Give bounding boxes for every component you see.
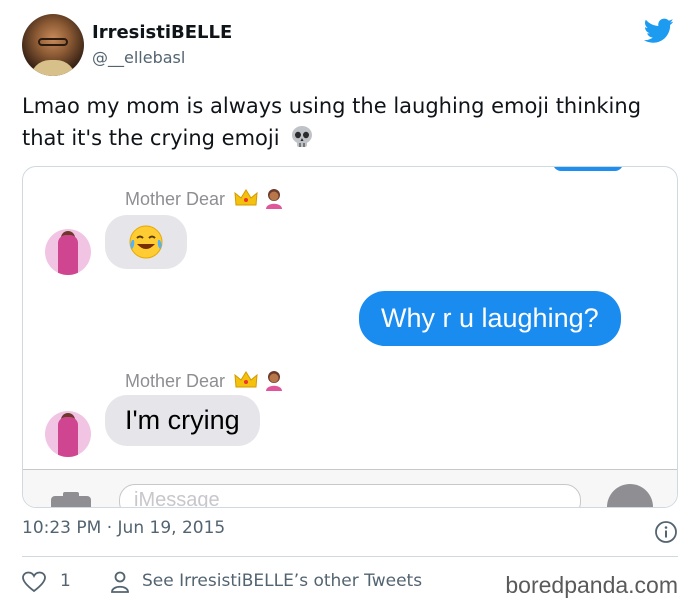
avatar-body-shape [58, 235, 78, 275]
twitter-bird-icon[interactable] [644, 18, 674, 44]
tweet-text: Lmao my mom is always using the laughing… [22, 94, 642, 150]
received-emoji-bubble[interactable] [105, 215, 187, 269]
timestamp-separator: · [106, 518, 113, 538]
sender-label: Mother Dear [125, 187, 285, 210]
watermark: boredpanda.com [505, 572, 678, 598]
crown-emoji-icon [234, 371, 258, 388]
glasses-shape [38, 38, 68, 46]
crown-emoji-icon [234, 189, 258, 206]
sent-message-bubble[interactable]: Why r u laughing? [359, 291, 621, 346]
tweet-body: Lmao my mom is always using the laughing… [22, 90, 682, 154]
author-handle[interactable]: @__ellebasl [92, 48, 185, 67]
tweet-header: IrresistiBELLE @__ellebasl [22, 14, 682, 78]
tweet-time: 10:23 PM [22, 518, 102, 538]
woman-emoji-icon [266, 189, 283, 209]
sender-name: Mother Dear [125, 371, 226, 391]
received-message-bubble[interactable]: I'm crying [105, 395, 260, 446]
person-icon [111, 571, 129, 593]
laughing-emoji-icon [129, 225, 163, 259]
microphone-icon[interactable] [607, 484, 653, 507]
like-count: 1 [60, 571, 71, 591]
author-display-name[interactable]: IrresistiBELLE [92, 22, 232, 43]
tweet-media-image[interactable]: Mother Dear Why r u laughing? Mother Dea… [22, 166, 678, 508]
heart-icon[interactable] [22, 571, 46, 593]
avatar-body-shape [58, 417, 78, 457]
author-avatar[interactable] [22, 14, 84, 76]
contact-avatar [45, 229, 91, 275]
sender-label: Mother Dear [125, 369, 285, 392]
imessage-input[interactable]: iMessage [119, 484, 581, 507]
imessage-input-bar: iMessage [23, 469, 677, 508]
skull-emoji-icon [292, 126, 313, 147]
info-icon[interactable] [654, 520, 678, 544]
camera-icon[interactable] [49, 490, 93, 508]
shirt-shape [30, 60, 76, 76]
contact-avatar [45, 411, 91, 457]
see-other-tweets-link[interactable]: See IrresistiBELLE’s other Tweets [142, 571, 422, 591]
sender-name: Mother Dear [125, 189, 226, 209]
tweet-timestamp[interactable]: 10:23 PM · Jun 19, 2015 [22, 518, 225, 538]
tweet-date: Jun 19, 2015 [117, 518, 226, 538]
previous-message-bubble [553, 167, 623, 171]
divider [22, 556, 678, 557]
tweet-footer: 1 See IrresistiBELLE’s other Tweets bore… [22, 568, 682, 598]
woman-emoji-icon [266, 371, 283, 391]
